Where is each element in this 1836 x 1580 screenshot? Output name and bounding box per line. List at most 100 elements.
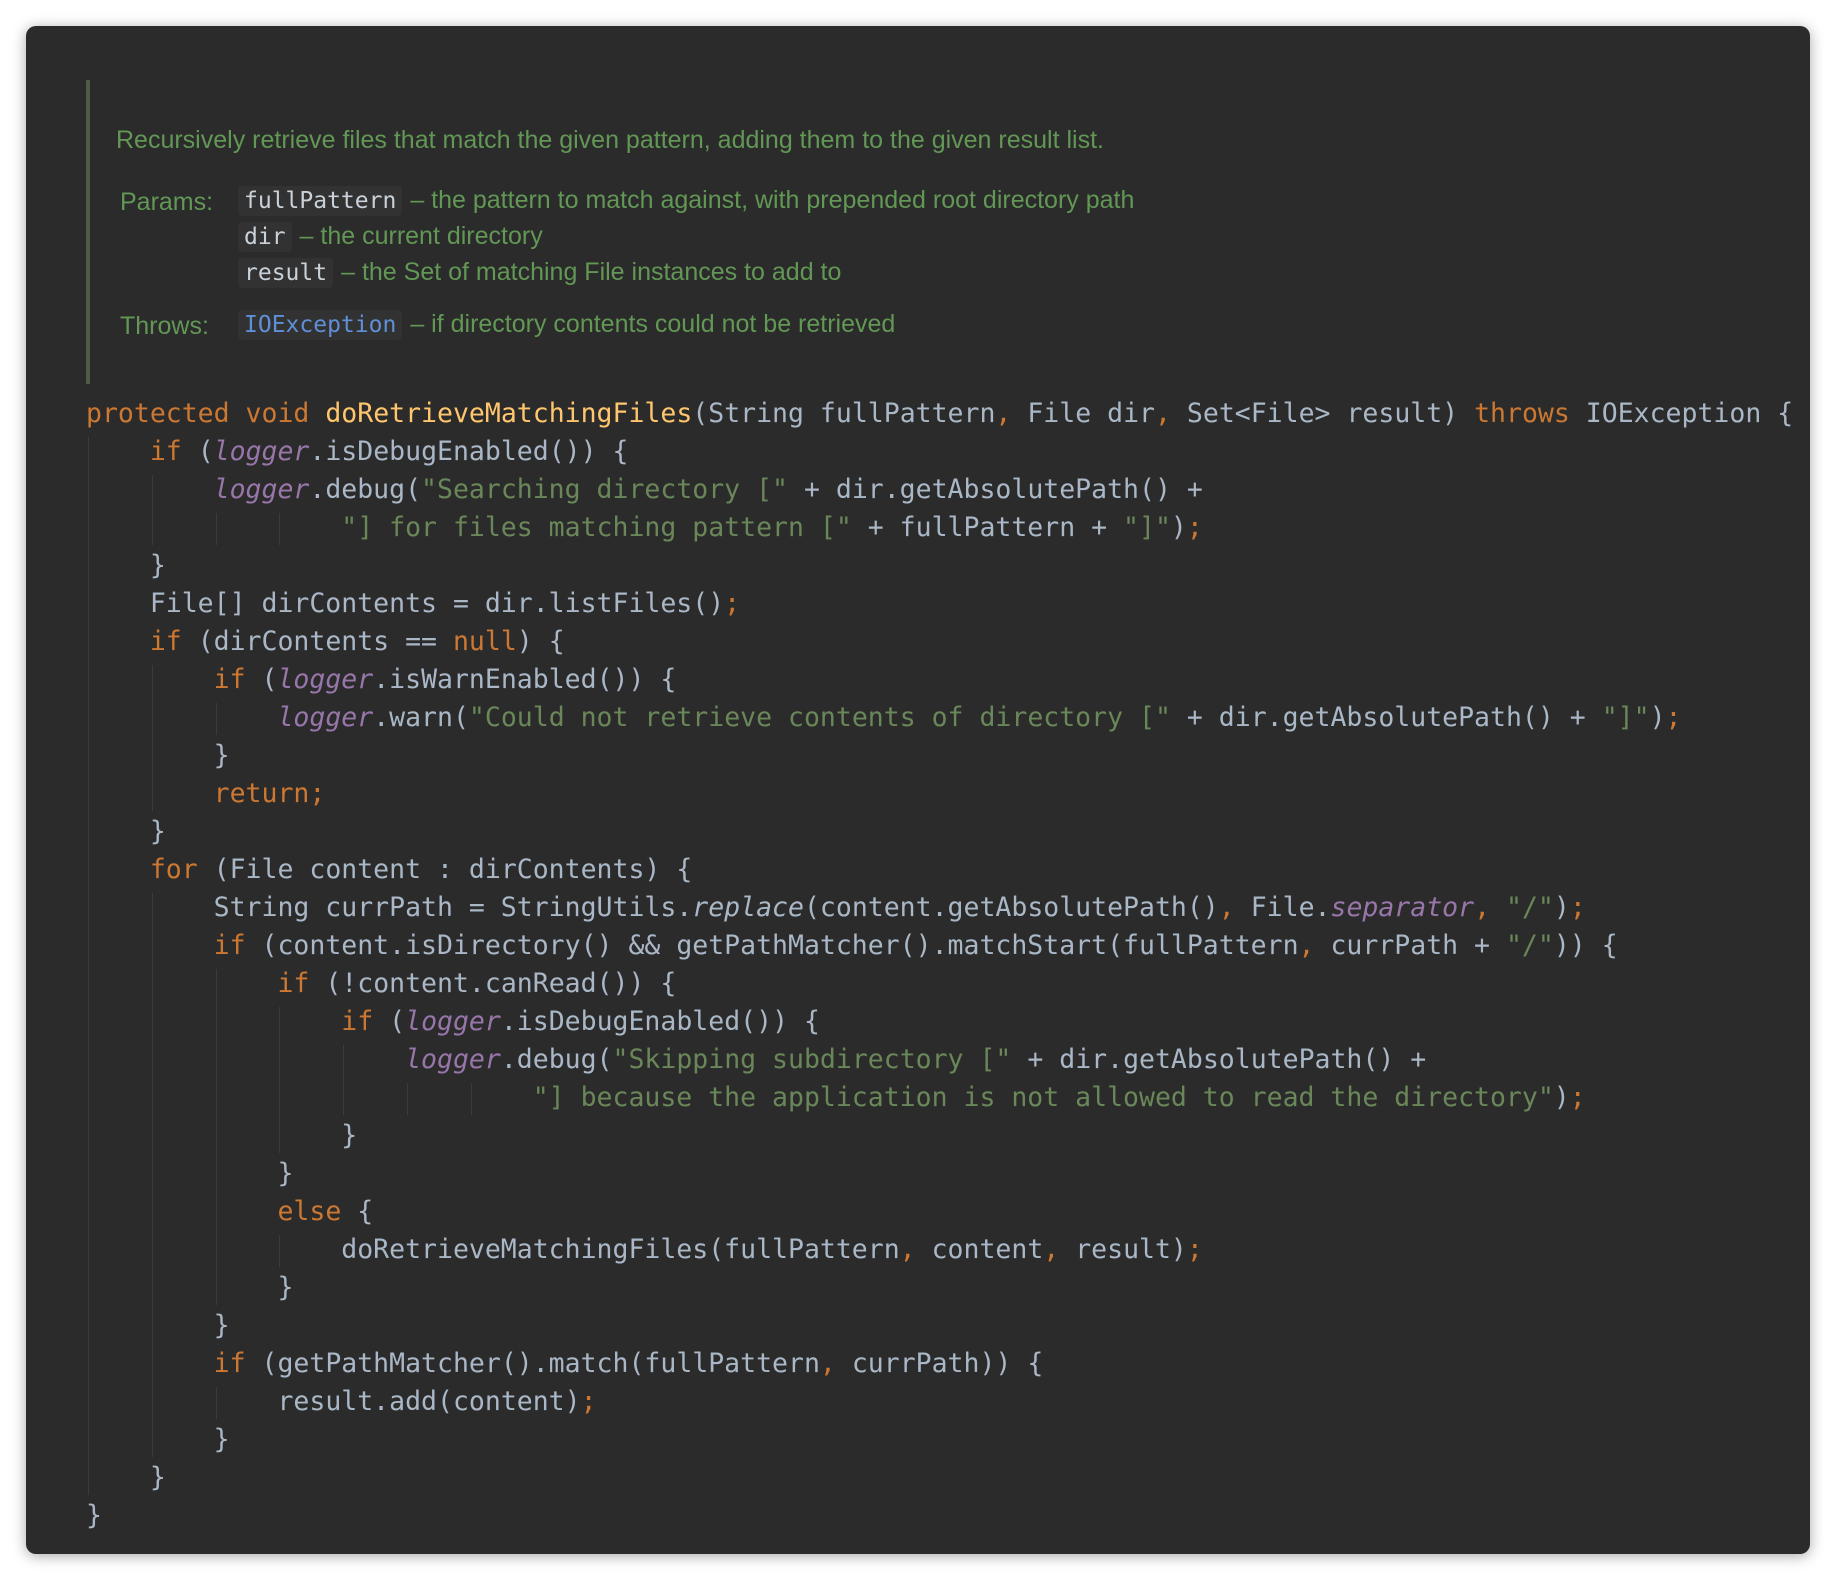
code-token: IOException { bbox=[1585, 398, 1794, 429]
code-line[interactable]: File[] dirContents = dir.listFiles(); bbox=[150, 585, 740, 623]
code-token: logger bbox=[213, 474, 310, 505]
code-token: )) { bbox=[1553, 930, 1618, 961]
code-token: currPath + bbox=[1330, 930, 1506, 961]
indent-guide bbox=[279, 1007, 281, 1153]
code-token: (dirContents == bbox=[197, 626, 453, 657]
code-token: .isWarnEnabled()) { bbox=[373, 664, 677, 695]
code-token: if bbox=[149, 626, 198, 657]
indent-guide bbox=[279, 513, 281, 545]
code-token: } bbox=[149, 1462, 166, 1493]
code-line[interactable]: } bbox=[214, 737, 230, 775]
code-line[interactable]: } bbox=[277, 1155, 293, 1193]
code-line[interactable]: logger.debug("Skipping subdirectory [" +… bbox=[405, 1041, 1426, 1079]
code-token: "Could not retrieve contents of director… bbox=[468, 702, 1187, 733]
doc-param-row: dir – the current directory bbox=[238, 222, 543, 252]
code-token: .warn( bbox=[373, 702, 469, 733]
code-line[interactable]: String currPath = StringUtils.replace(co… bbox=[214, 889, 1586, 927]
code-token: result) bbox=[1075, 1234, 1187, 1265]
code-token: content bbox=[931, 1234, 1044, 1265]
code-line[interactable]: for (File content : dirContents) { bbox=[150, 851, 692, 889]
code-token: ) bbox=[1553, 892, 1570, 923]
code-token: logger bbox=[405, 1044, 501, 1075]
code-token: logger bbox=[277, 702, 374, 733]
indent-guide bbox=[88, 437, 89, 1495]
code-token: } bbox=[213, 740, 230, 771]
code-line[interactable]: if (logger.isDebugEnabled()) { bbox=[150, 433, 629, 471]
code-line[interactable]: if (!content.canRead()) { bbox=[277, 965, 676, 1003]
code-token: protected bbox=[86, 398, 246, 429]
code-line[interactable]: else { bbox=[277, 1193, 373, 1231]
rendered-javadoc: Recursively retrieve files that match th… bbox=[86, 80, 1690, 384]
code-token: Set<File> result) bbox=[1186, 398, 1475, 429]
code-line[interactable]: } bbox=[150, 547, 166, 585]
code-token: + dir.getAbsolutePath() + bbox=[803, 474, 1203, 505]
code-token: File. bbox=[1250, 892, 1331, 923]
code-token: if bbox=[341, 1006, 390, 1037]
doc-throws-desc: – if directory contents could not be ret… bbox=[410, 310, 896, 338]
code-token: doRetrieveMatchingFiles(fullPattern bbox=[341, 1234, 900, 1265]
code-token: ; bbox=[1569, 892, 1586, 923]
code-token: (File content : dirContents) { bbox=[213, 854, 693, 885]
code-line[interactable]: return; bbox=[214, 775, 326, 813]
indent-guide bbox=[215, 969, 217, 1305]
code-token: ) bbox=[1553, 1082, 1570, 1113]
code-line[interactable]: } bbox=[86, 1497, 102, 1535]
code-line[interactable]: "] for files matching pattern [" + fullP… bbox=[341, 509, 1203, 547]
code-token: "Skipping subdirectory [" bbox=[612, 1044, 1028, 1075]
code-token: separator bbox=[1330, 892, 1475, 923]
code-token: } bbox=[277, 1158, 294, 1189]
code-token: , bbox=[1298, 930, 1331, 961]
code-line[interactable]: doRetrieveMatchingFiles(fullPattern, con… bbox=[341, 1231, 1203, 1269]
code-line[interactable]: "] because the application is not allowe… bbox=[533, 1079, 1586, 1117]
code-token: String currPath = StringUtils. bbox=[213, 892, 693, 923]
code-token: return; bbox=[213, 778, 326, 809]
indent-guide bbox=[215, 703, 217, 735]
code-token: + fullPattern + bbox=[867, 512, 1124, 543]
code-line[interactable]: if (logger.isDebugEnabled()) { bbox=[341, 1003, 820, 1041]
indent-guide bbox=[470, 1083, 472, 1115]
code-editor[interactable]: Recursively retrieve files that match th… bbox=[26, 26, 1810, 1554]
code-token: } bbox=[149, 550, 166, 581]
code-token: + dir.getAbsolutePath() + bbox=[1186, 702, 1602, 733]
code-line[interactable]: if (logger.isWarnEnabled()) { bbox=[214, 661, 677, 699]
code-token: "Searching directory [" bbox=[421, 474, 804, 505]
code-line[interactable]: } bbox=[214, 1307, 230, 1345]
code-token: ) bbox=[1170, 512, 1187, 543]
code-line[interactable]: logger.warn("Could not retrieve contents… bbox=[277, 699, 1681, 737]
code-line[interactable]: } bbox=[150, 813, 166, 851]
code-token: } bbox=[277, 1272, 294, 1303]
code-token: doRetrieveMatchingFiles bbox=[325, 398, 693, 429]
doc-params-label: Params: bbox=[120, 188, 214, 216]
code-token: , bbox=[995, 398, 1028, 429]
code-token: "] for files matching pattern [" bbox=[341, 512, 868, 543]
code-token: + dir.getAbsolutePath() + bbox=[1027, 1044, 1427, 1075]
code-line[interactable]: result.add(content); bbox=[277, 1383, 596, 1421]
code-token: } bbox=[149, 816, 166, 847]
code-token: (!content.canRead()) { bbox=[325, 968, 677, 999]
code-line[interactable]: } bbox=[150, 1459, 166, 1497]
code-line[interactable]: if (content.isDirectory() && getPathMatc… bbox=[214, 927, 1618, 965]
code-token: File dir bbox=[1027, 398, 1155, 429]
code-token: if bbox=[213, 664, 262, 695]
indent-guide bbox=[407, 1083, 409, 1115]
code-line[interactable]: } bbox=[277, 1269, 293, 1307]
code-line[interactable]: logger.debug("Searching directory [" + d… bbox=[214, 471, 1203, 509]
code-token: "]" bbox=[1123, 512, 1171, 543]
code-line[interactable]: protected void doRetrieveMatchingFiles(S… bbox=[86, 395, 1793, 433]
code-line[interactable]: } bbox=[214, 1421, 230, 1459]
doc-param-desc: – the current directory bbox=[299, 222, 543, 250]
code-token: , bbox=[819, 1348, 852, 1379]
code-token: , bbox=[1043, 1234, 1076, 1265]
code-line[interactable]: if (getPathMatcher().match(fullPattern, … bbox=[214, 1345, 1044, 1383]
code-line[interactable]: } bbox=[341, 1117, 357, 1155]
doc-param-name: result bbox=[238, 258, 334, 288]
code-token: if bbox=[213, 1348, 262, 1379]
code-token: } bbox=[213, 1310, 230, 1341]
doc-throws-link[interactable]: IOException bbox=[238, 310, 403, 340]
code-token: logger bbox=[405, 1006, 501, 1037]
indent-guide bbox=[215, 1387, 217, 1419]
code-token: (content.getAbsolutePath() bbox=[803, 892, 1219, 923]
code-line[interactable]: if (dirContents == null) { bbox=[150, 623, 565, 661]
code-token: ( bbox=[261, 664, 278, 695]
code-token: replace bbox=[692, 892, 804, 923]
